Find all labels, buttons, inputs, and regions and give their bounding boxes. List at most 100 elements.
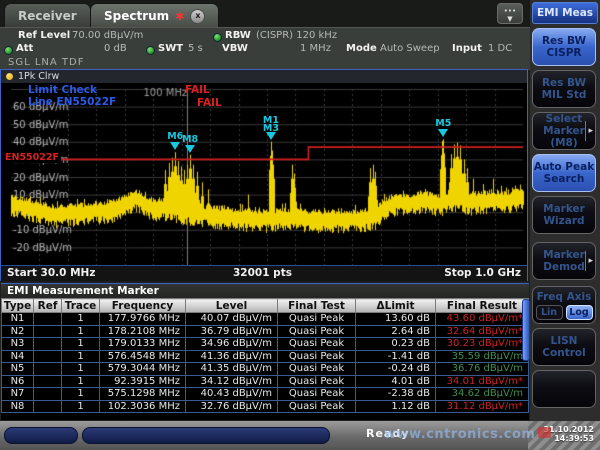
- softkey-select-marker[interactable]: SelectMarker(M8)▸: [532, 112, 596, 150]
- table-row-n2[interactable]: N21178.2108 MHz36.79 dBμV/mQuasi Peak2.6…: [2, 325, 529, 338]
- limit-line-tag: EN55022F: [3, 152, 61, 163]
- cell-final_result: 32.64 dBμV/m*: [436, 325, 529, 338]
- trace-label: 1Pk Clrw: [18, 71, 59, 82]
- softkey-label: Control: [533, 347, 595, 359]
- cell-trace: 1: [62, 400, 100, 413]
- softkey-softkey-empty[interactable]: [532, 370, 596, 408]
- marker-label-m8: M8: [175, 134, 205, 145]
- cell-trace: 1: [62, 388, 100, 401]
- status-dot-att-icon: [4, 46, 13, 55]
- spectrum-analyzer-screen: Receiver Spectrum ✱ x ••• ▼ Ref Level 70…: [0, 0, 600, 450]
- table-row-n4[interactable]: N41576.4548 MHz41.36 dBμV/mQuasi Peak-1.…: [2, 350, 529, 363]
- cell-delta_limit: 2.64 dB: [356, 325, 436, 338]
- cell-level: 40.43 dBμV/m: [186, 388, 278, 401]
- cell-final_test: Quasi Peak: [278, 375, 356, 388]
- softkey-sidebar: EMI Meas Res BWCISPRRes BWMIL StdSelectM…: [530, 0, 600, 421]
- submenu-arrow-icon: ▸: [585, 251, 593, 271]
- softkey-marker-wizard[interactable]: MarkerWizard: [532, 196, 596, 234]
- softkey-res-bw-cispr[interactable]: Res BWCISPR: [532, 28, 596, 66]
- cell-level: 32.76 dBμV/m: [186, 400, 278, 413]
- swt-value: 5 s: [188, 43, 203, 54]
- softkey-label: MIL Std: [533, 89, 595, 101]
- menu-dots-icon: •••: [504, 7, 516, 15]
- cell-trace: 1: [62, 325, 100, 338]
- status-segment-left: [4, 427, 78, 444]
- softkey-freq-axis[interactable]: Freq AxisLinLog: [532, 286, 596, 324]
- softkey-menu-title: EMI Meas: [532, 2, 598, 24]
- toggle-option-lin[interactable]: Lin: [536, 305, 563, 320]
- rbw-label: RBW: [225, 30, 251, 41]
- rbw-value: (CISPR) 120 kHz: [256, 30, 337, 41]
- cell-ref: [34, 313, 62, 326]
- limit-check-fail-badge: FAIL: [185, 84, 210, 96]
- cell-trace: 1: [62, 313, 100, 326]
- tab-spectrum[interactable]: Spectrum ✱ x: [90, 3, 219, 28]
- toggle-option-log[interactable]: Log: [566, 305, 593, 320]
- softkey-lisn-control[interactable]: LISNControl: [532, 328, 596, 366]
- cell-ref: [34, 338, 62, 351]
- cell-final_test: Quasi Peak: [278, 325, 356, 338]
- cell-trace: 1: [62, 375, 100, 388]
- cell-final_result: 34.01 dBμV/m*: [436, 375, 529, 388]
- cell-type: N2: [2, 325, 34, 338]
- softkey-label: Search: [533, 173, 595, 185]
- cell-type: N1: [2, 313, 34, 326]
- cell-level: 41.36 dBμV/m: [186, 350, 278, 363]
- limit-check-label: Limit Check: [28, 84, 97, 96]
- emi-marker-table-section: EMI Measurement Marker TypeRefTraceFrequ…: [1, 283, 529, 420]
- cell-final_result: 35.59 dBμV/m: [436, 350, 529, 363]
- cell-frequency: 179.0133 MHz: [100, 338, 186, 351]
- tab-receiver[interactable]: Receiver: [4, 3, 91, 28]
- status-flags: SGL LNA TDF: [8, 57, 84, 68]
- spectrum-canvas[interactable]: [1, 83, 527, 265]
- cell-final_test: Quasi Peak: [278, 338, 356, 351]
- ref-level-value: 70.00 dBμV/m: [72, 30, 143, 41]
- cell-type: N6: [2, 375, 34, 388]
- table-row-n8[interactable]: N81102.3036 MHz32.76 dBμV/mQuasi Peak1.1…: [2, 400, 529, 413]
- close-tab-icon[interactable]: x: [190, 9, 205, 24]
- softkey-res-bw-mil-std[interactable]: Res BWMIL Std: [532, 70, 596, 108]
- mode-label: Mode: [346, 43, 377, 54]
- softkey-label: Marker: [533, 203, 595, 215]
- display-menu-button[interactable]: ••• ▼: [497, 3, 523, 24]
- cell-delta_limit: -0.24 dB: [356, 363, 436, 376]
- cell-ref: [34, 325, 62, 338]
- time-label: 14:39:53: [554, 434, 594, 443]
- cell-frequency: 92.3915 MHz: [100, 375, 186, 388]
- cell-frequency: 579.3044 MHz: [100, 363, 186, 376]
- sweep-settings-bar: Ref Level 70.00 dBμV/m RBW (CISPR) 120 k…: [0, 27, 530, 70]
- table-row-n5[interactable]: N51579.3044 MHz41.35 dBμV/mQuasi Peak-0.…: [2, 363, 529, 376]
- table-scrollbar[interactable]: [522, 299, 530, 361]
- softkey-marker-demod[interactable]: MarkerDemod▸: [532, 242, 596, 280]
- cell-final_result: 36.76 dBμV/m: [436, 363, 529, 376]
- column-header-final_test: Final Test: [278, 299, 356, 313]
- cell-trace: 1: [62, 350, 100, 363]
- table-row-n1[interactable]: N11177.9766 MHz40.07 dBμV/mQuasi Peak13.…: [2, 313, 529, 326]
- softkey-label: Res BW: [533, 35, 595, 47]
- cell-level: 34.96 dBμV/m: [186, 338, 278, 351]
- tab-bar: Receiver Spectrum ✱ x ••• ▼: [0, 0, 530, 27]
- status-segment-center: [82, 427, 330, 444]
- cell-final_result: 43.60 dBμV/m*: [436, 313, 529, 326]
- cell-type: N8: [2, 400, 34, 413]
- column-header-level: Level: [186, 299, 278, 313]
- swt-label: SWT: [158, 43, 183, 54]
- column-header-type: Type: [2, 299, 34, 313]
- status-dot-rbw-icon: [213, 33, 222, 42]
- cell-level: 34.12 dBμV/m: [186, 375, 278, 388]
- softkey-label: Res BW: [533, 77, 595, 89]
- table-row-n6[interactable]: N6192.3915 MHz34.12 dBμV/mQuasi Peak4.01…: [2, 375, 529, 388]
- modified-star-icon: ✱: [175, 10, 184, 23]
- cell-ref: [34, 388, 62, 401]
- cell-ref: [34, 350, 62, 363]
- cell-delta_limit: 0.23 dB: [356, 338, 436, 351]
- sweep-points-label: 32001 pts: [233, 267, 292, 279]
- emi-marker-table: TypeRefTraceFrequencyLevelFinal TestΔLim…: [1, 298, 529, 413]
- softkey-auto-peak-search[interactable]: Auto PeakSearch: [532, 154, 596, 192]
- table-row-n3[interactable]: N31179.0133 MHz34.96 dBμV/mQuasi Peak0.2…: [2, 338, 529, 351]
- cell-final_test: Quasi Peak: [278, 350, 356, 363]
- vbw-label: VBW: [222, 43, 248, 54]
- table-row-n7[interactable]: N71575.1298 MHz40.43 dBμV/mQuasi Peak-2.…: [2, 388, 529, 401]
- cell-ref: [34, 375, 62, 388]
- input-label: Input: [452, 43, 482, 54]
